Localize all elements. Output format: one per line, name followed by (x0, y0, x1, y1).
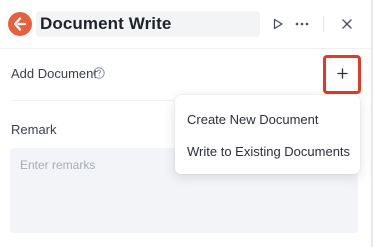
menu-item-create-new-document[interactable]: Create New Document (175, 104, 360, 134)
plus-icon (336, 67, 348, 79)
remark-label: Remark (11, 122, 57, 137)
add-document-menu: Create New Document Write to Existing Do… (175, 95, 360, 174)
more-button[interactable] (292, 14, 312, 34)
panel-header: Document Write (0, 0, 371, 49)
close-icon (342, 19, 352, 29)
header-divider (323, 16, 324, 32)
node-config-panel: Document Write Add Document Remark Enter… (0, 0, 371, 247)
help-circle-icon[interactable] (93, 67, 105, 79)
section-divider (11, 100, 174, 101)
node-title: Document Write (40, 14, 172, 33)
document-write-logo-icon (8, 12, 32, 36)
add-document-label: Add Document (11, 66, 97, 81)
more-icon (295, 22, 309, 26)
add-document-button[interactable] (335, 66, 349, 80)
node-title-input[interactable]: Document Write (36, 11, 260, 37)
play-icon (273, 18, 283, 30)
close-button[interactable] (337, 14, 357, 34)
run-button[interactable] (268, 14, 288, 34)
menu-item-write-to-existing-documents[interactable]: Write to Existing Documents (175, 136, 360, 166)
